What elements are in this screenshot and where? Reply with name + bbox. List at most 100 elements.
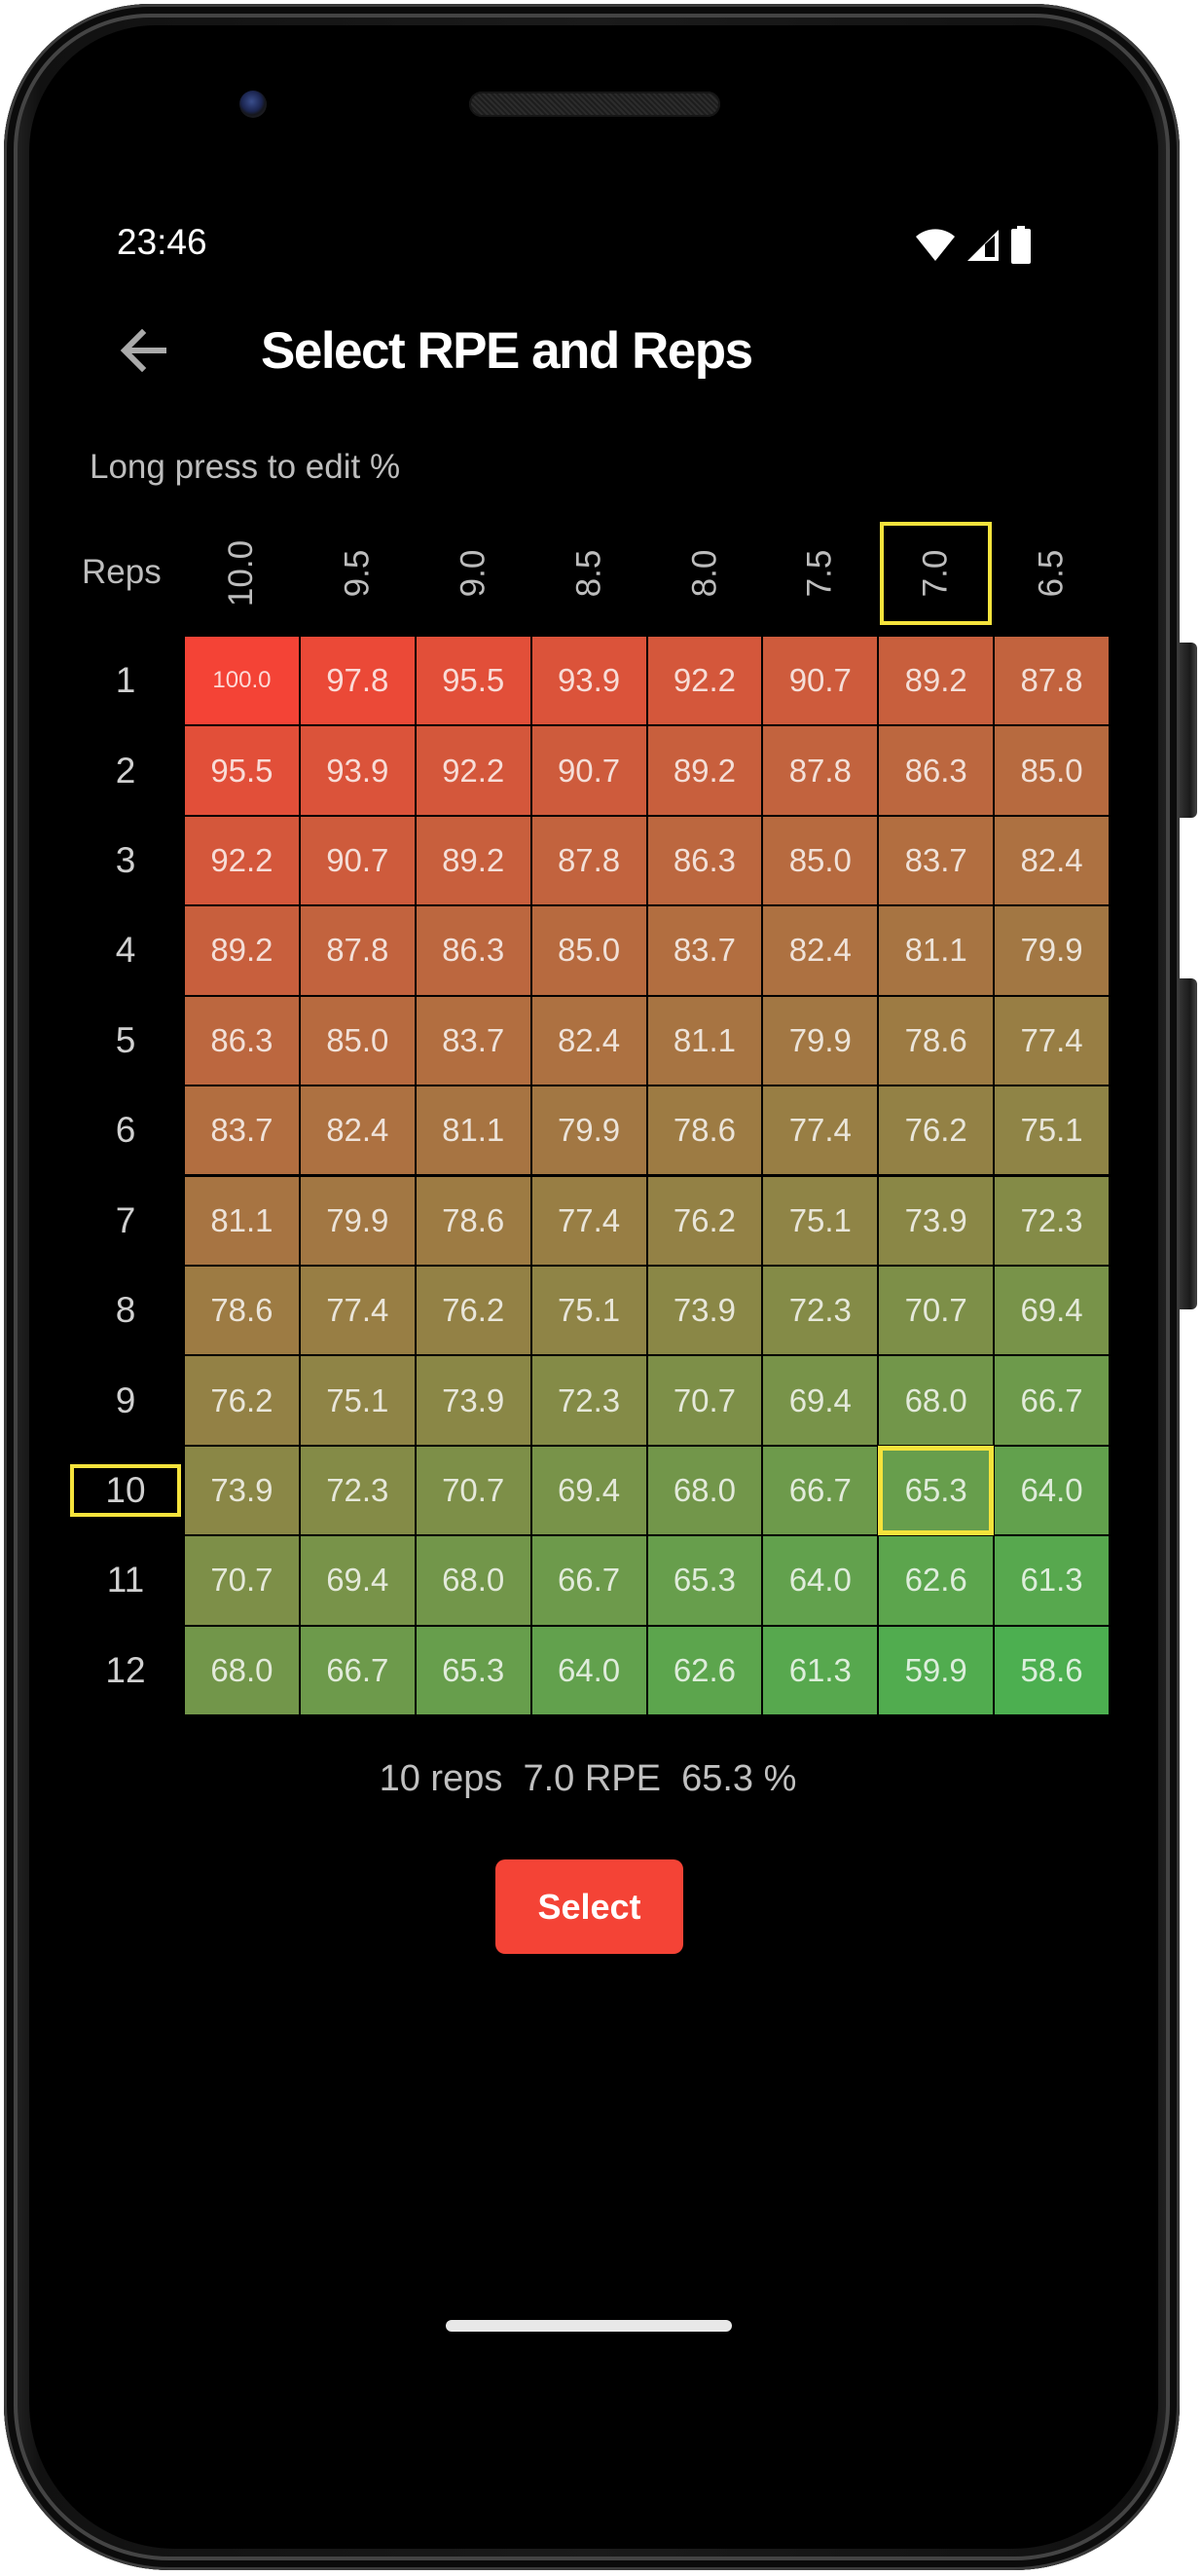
table-cell[interactable]: 77.4 (994, 995, 1110, 1086)
table-cell[interactable]: 85.0 (994, 725, 1110, 816)
table-cell[interactable]: 62.6 (646, 1625, 763, 1715)
table-cell[interactable]: 69.4 (994, 1265, 1110, 1356)
rpe-column-header[interactable]: 10.0 (186, 522, 298, 625)
table-cell[interactable]: 81.1 (415, 1086, 531, 1176)
table-cell[interactable]: 79.9 (530, 1086, 647, 1176)
table-cell[interactable]: 76.2 (646, 1175, 763, 1266)
reps-row-label[interactable]: 4 (70, 924, 181, 976)
table-cell[interactable]: 65.3 (415, 1625, 531, 1715)
rpe-column-header[interactable]: 7.0 (880, 522, 993, 625)
table-cell[interactable]: 64.0 (994, 1445, 1110, 1536)
table-cell[interactable]: 82.4 (299, 1086, 416, 1176)
table-cell[interactable]: 81.1 (878, 905, 995, 996)
rpe-column-header[interactable]: 9.0 (418, 522, 529, 625)
table-cell[interactable]: 97.8 (299, 636, 416, 726)
table-cell[interactable]: 76.2 (878, 1086, 995, 1176)
table-cell[interactable]: 69.4 (530, 1445, 647, 1536)
table-cell[interactable]: 69.4 (762, 1355, 879, 1446)
table-cell[interactable]: 79.9 (762, 995, 879, 1086)
reps-row-label[interactable]: 8 (70, 1284, 181, 1337)
table-cell[interactable]: 86.3 (878, 725, 995, 816)
table-cell[interactable]: 81.1 (184, 1175, 300, 1266)
reps-row-label[interactable]: 11 (70, 1554, 181, 1606)
table-cell[interactable]: 68.0 (184, 1625, 300, 1715)
table-cell[interactable]: 70.7 (878, 1265, 995, 1356)
table-cell[interactable]: 95.5 (184, 725, 300, 816)
table-cell[interactable]: 73.9 (415, 1355, 531, 1446)
rpe-column-header[interactable]: 9.5 (302, 522, 414, 625)
reps-row-label[interactable]: 9 (70, 1375, 181, 1427)
table-cell[interactable]: 92.2 (415, 725, 531, 816)
rpe-column-header[interactable]: 7.5 (764, 522, 876, 625)
reps-row-label[interactable]: 10 (70, 1463, 181, 1517)
table-cell[interactable]: 70.7 (646, 1355, 763, 1446)
reps-row-label[interactable]: 12 (70, 1644, 181, 1697)
table-cell[interactable]: 68.0 (878, 1355, 995, 1446)
table-cell[interactable]: 77.4 (530, 1175, 647, 1266)
rpe-column-header[interactable]: 8.0 (648, 522, 760, 625)
table-cell[interactable]: 82.4 (762, 905, 879, 996)
table-cell[interactable]: 65.3 (646, 1535, 763, 1626)
table-cell[interactable]: 68.0 (415, 1535, 531, 1626)
table-cell[interactable]: 62.6 (878, 1535, 995, 1626)
table-cell[interactable]: 77.4 (762, 1086, 879, 1176)
reps-row-label[interactable]: 5 (70, 1014, 181, 1067)
table-cell[interactable]: 83.7 (878, 815, 995, 906)
table-cell[interactable]: 73.9 (878, 1175, 995, 1266)
table-cell[interactable]: 87.8 (530, 815, 647, 906)
table-cell[interactable]: 87.8 (994, 636, 1110, 726)
table-cell[interactable]: 75.1 (762, 1175, 879, 1266)
table-cell[interactable]: 64.0 (530, 1625, 647, 1715)
rpe-column-header[interactable]: 6.5 (996, 522, 1108, 625)
table-cell[interactable]: 77.4 (299, 1265, 416, 1356)
table-cell[interactable]: 66.7 (530, 1535, 647, 1626)
table-cell[interactable]: 75.1 (530, 1265, 647, 1356)
table-cell[interactable]: 78.6 (878, 995, 995, 1086)
table-cell[interactable]: 81.1 (646, 995, 763, 1086)
table-cell[interactable]: 87.8 (762, 725, 879, 816)
table-cell[interactable]: 79.9 (994, 905, 1110, 996)
table-cell[interactable]: 78.6 (646, 1086, 763, 1176)
table-cell[interactable]: 86.3 (646, 815, 763, 906)
table-cell[interactable]: 66.7 (994, 1355, 1110, 1446)
table-cell[interactable]: 78.6 (184, 1265, 300, 1356)
table-cell[interactable]: 76.2 (415, 1265, 531, 1356)
table-cell[interactable]: 75.1 (299, 1355, 416, 1446)
reps-row-label[interactable]: 1 (70, 654, 181, 707)
table-cell[interactable]: 70.7 (184, 1535, 300, 1626)
rpe-column-header[interactable]: 8.5 (533, 522, 645, 625)
back-button[interactable] (115, 321, 173, 380)
table-cell[interactable]: 83.7 (415, 995, 531, 1086)
table-cell[interactable]: 75.1 (994, 1086, 1110, 1176)
table-cell[interactable]: 65.3 (878, 1445, 995, 1536)
reps-row-label[interactable]: 6 (70, 1104, 181, 1157)
table-cell[interactable]: 66.7 (762, 1445, 879, 1536)
table-cell[interactable]: 72.3 (762, 1265, 879, 1356)
table-cell[interactable]: 89.2 (646, 725, 763, 816)
table-cell[interactable]: 61.3 (762, 1625, 879, 1715)
reps-row-label[interactable]: 2 (70, 745, 181, 797)
table-cell[interactable]: 92.2 (184, 815, 300, 906)
table-cell[interactable]: 70.7 (415, 1445, 531, 1536)
table-cell[interactable]: 100.0 (184, 636, 300, 726)
table-cell[interactable]: 73.9 (646, 1265, 763, 1356)
select-button[interactable]: Select (495, 1859, 683, 1954)
table-cell[interactable]: 79.9 (299, 1175, 416, 1266)
table-cell[interactable]: 64.0 (762, 1535, 879, 1626)
table-cell[interactable]: 93.9 (299, 725, 416, 816)
table-cell[interactable]: 89.2 (184, 905, 300, 996)
reps-row-label[interactable]: 3 (70, 834, 181, 887)
table-cell[interactable]: 92.2 (646, 636, 763, 726)
table-cell[interactable]: 72.3 (994, 1175, 1110, 1266)
home-indicator[interactable] (446, 2320, 732, 2332)
table-cell[interactable]: 58.6 (994, 1625, 1110, 1715)
table-cell[interactable]: 93.9 (530, 636, 647, 726)
table-cell[interactable]: 87.8 (299, 905, 416, 996)
table-cell[interactable]: 73.9 (184, 1445, 300, 1536)
reps-row-label[interactable]: 7 (70, 1195, 181, 1247)
table-cell[interactable]: 76.2 (184, 1355, 300, 1446)
table-cell[interactable]: 86.3 (184, 995, 300, 1086)
table-cell[interactable]: 82.4 (530, 995, 647, 1086)
table-cell[interactable]: 85.0 (762, 815, 879, 906)
table-cell[interactable]: 69.4 (299, 1535, 416, 1626)
